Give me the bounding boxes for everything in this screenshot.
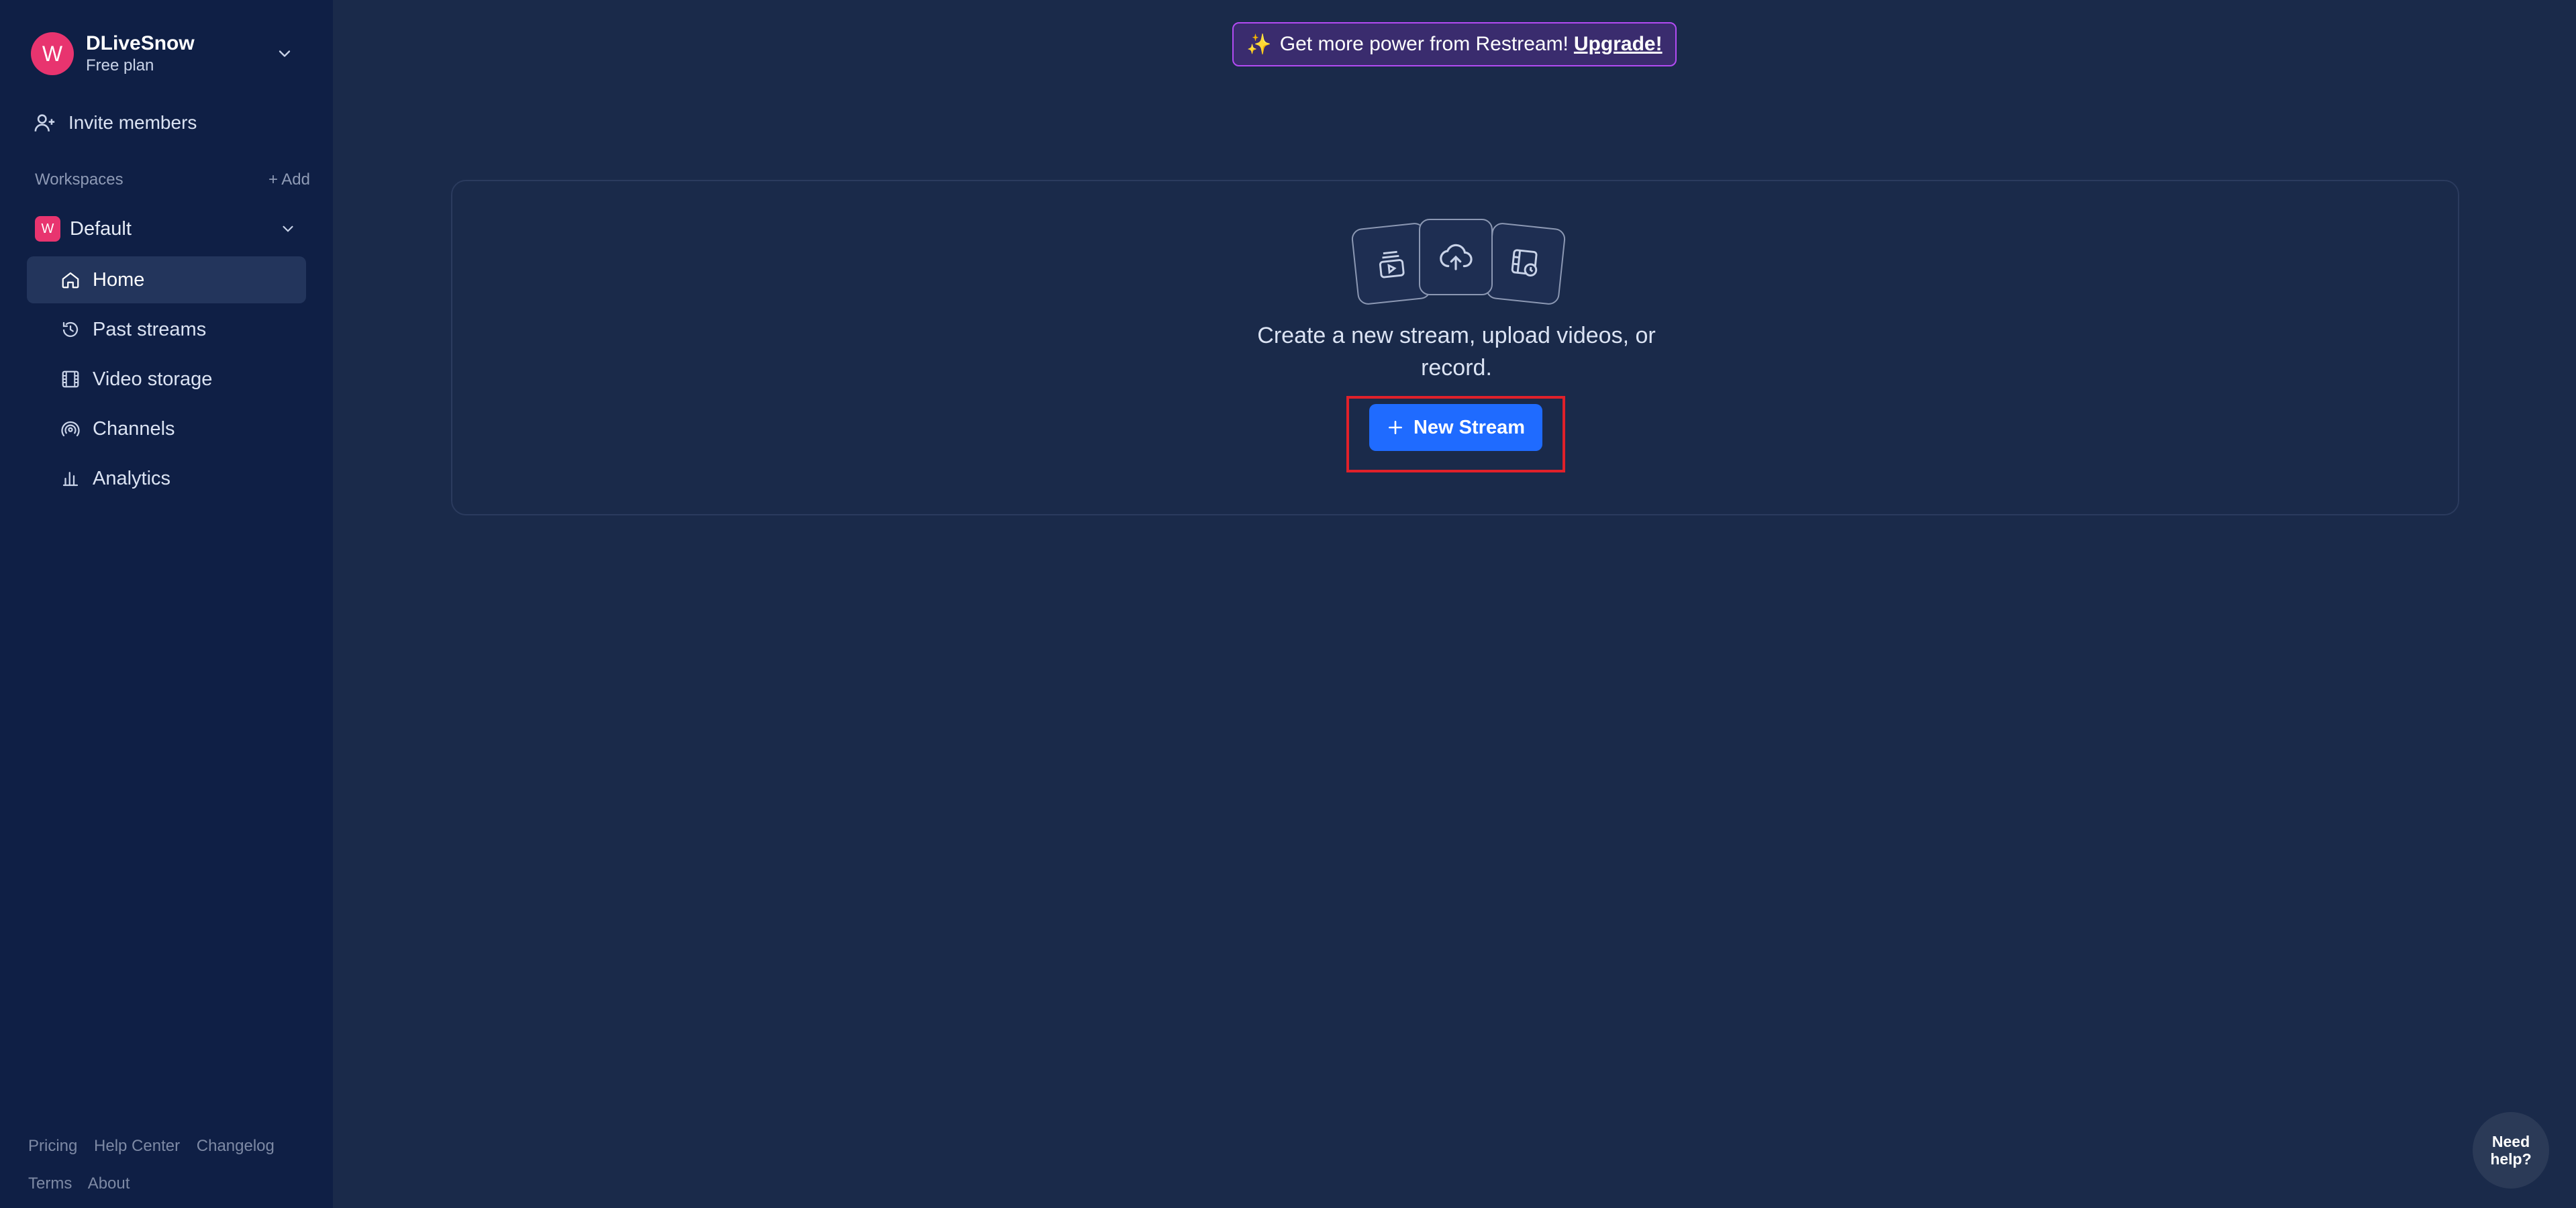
footer-link-pricing[interactable]: Pricing xyxy=(28,1137,77,1155)
user-name: DLiveSnow xyxy=(86,32,195,54)
film-icon xyxy=(62,370,79,388)
footer-link-about[interactable]: About xyxy=(88,1174,130,1193)
history-icon xyxy=(62,321,79,338)
footer-link-help-center[interactable]: Help Center xyxy=(94,1137,180,1155)
sidebar-item-label: Channels xyxy=(93,417,175,440)
sidebar-item-video-storage[interactable]: Video storage xyxy=(27,356,306,403)
highlight-box xyxy=(1346,396,1565,472)
sidebar-nav: Home Past streams Video storage Channels… xyxy=(27,256,306,505)
invite-members-label: Invite members xyxy=(68,112,197,133)
banner-text: Get more power from Restream! xyxy=(1279,33,1569,55)
sidebar-item-channels[interactable]: Channels xyxy=(27,405,306,452)
broadcast-icon xyxy=(61,421,80,437)
sidebar-footer: Pricing Help Center Changelog Terms Abou… xyxy=(28,1127,324,1203)
add-workspace-button[interactable]: + Add xyxy=(268,170,310,189)
invite-members-button[interactable]: Invite members xyxy=(34,111,197,134)
chevron-down-icon xyxy=(283,225,293,232)
sidebar-item-label: Past streams xyxy=(93,318,207,340)
cloud-upload-icon xyxy=(1419,219,1493,295)
sidebar-item-label: Home xyxy=(93,268,145,291)
sparkles-icon: ✨ xyxy=(1246,33,1272,56)
upgrade-banner[interactable]: ✨ Get more power from Restream! Upgrade! xyxy=(1232,22,1677,66)
upgrade-link[interactable]: Upgrade! xyxy=(1574,33,1663,56)
home-icon xyxy=(62,272,79,289)
sidebar-item-label: Video storage xyxy=(93,368,213,390)
sidebar-item-label: Analytics xyxy=(93,467,171,489)
sidebar-item-home[interactable]: Home xyxy=(27,256,306,303)
account-switcher[interactable]: W DLiveSnow Free plan xyxy=(31,30,299,78)
footer-link-terms[interactable]: Terms xyxy=(28,1174,72,1193)
need-help-line2: help? xyxy=(2490,1150,2532,1168)
workspace-name: Default xyxy=(70,217,132,240)
create-stream-description: Create a new stream, upload videos, or r… xyxy=(1257,323,1656,381)
workspaces-heading: Workspaces xyxy=(35,170,123,189)
avatar: W xyxy=(31,32,74,75)
create-illustration xyxy=(1350,219,1569,306)
bar-chart-icon xyxy=(62,472,79,487)
need-help-button[interactable]: Need help? xyxy=(2473,1112,2549,1189)
create-stream-card: Create a new stream, upload videos, or r… xyxy=(451,180,2459,515)
film-clock-icon xyxy=(1485,221,1567,306)
chevron-down-icon[interactable] xyxy=(275,44,294,63)
footer-link-changelog[interactable]: Changelog xyxy=(197,1137,275,1155)
sidebar-item-analytics[interactable]: Analytics xyxy=(27,455,306,502)
workspace-selector[interactable]: W Default xyxy=(35,215,297,243)
sidebar-item-past-streams[interactable]: Past streams xyxy=(27,306,306,353)
sidebar: W DLiveSnow Free plan Invite members Wor… xyxy=(0,0,333,1208)
user-plan: Free plan xyxy=(86,56,154,74)
need-help-line1: Need xyxy=(2491,1133,2530,1150)
workspace-badge: W xyxy=(35,216,60,242)
user-plus-icon xyxy=(34,114,55,132)
